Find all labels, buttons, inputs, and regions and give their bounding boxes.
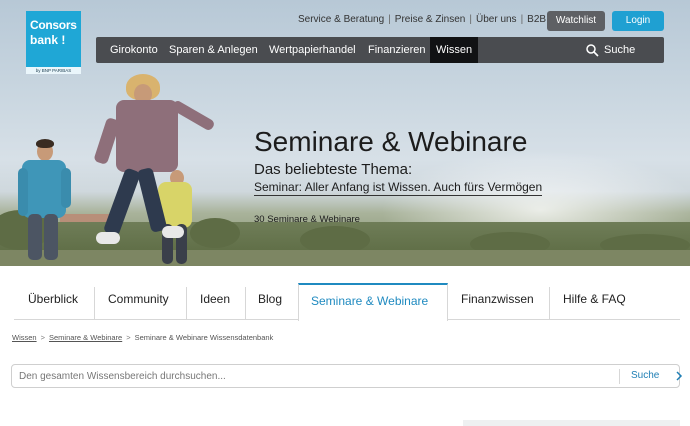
top-link-b2b[interactable]: B2B xyxy=(527,14,546,25)
nav-search[interactable]: Suche xyxy=(586,37,636,63)
section-tabs: Überblick Community Ideen Blog Seminare … xyxy=(14,283,680,321)
top-link-service[interactable]: Service & Beratung xyxy=(298,14,384,25)
nav-item-finanzieren[interactable]: Finanzieren xyxy=(368,37,425,63)
logo-tagline: by BNP PARIBAS xyxy=(26,67,81,74)
hero-tree xyxy=(190,218,240,248)
logo-text-line1: Consors xyxy=(30,18,77,32)
tab-seminare-webinare[interactable]: Seminare & Webinare xyxy=(298,283,448,321)
hero-banner: Consors bank ! by BNP PARIBAS Service & … xyxy=(0,0,690,266)
breadcrumb: Wissen > Seminare & Webinare > Seminare & We… xyxy=(12,333,274,342)
consorsbank-logo[interactable]: Consors bank ! by BNP PARIBAS xyxy=(26,11,81,74)
search-divider xyxy=(619,369,620,384)
knowledge-search-box: Suche xyxy=(11,364,683,388)
hero-count: 30 Seminare & Webinare xyxy=(254,214,360,225)
tab-ueberblick[interactable]: Überblick xyxy=(14,287,95,320)
top-link-preise[interactable]: Preise & Zinsen xyxy=(395,14,466,25)
breadcrumb-seminare[interactable]: Seminare & Webinare xyxy=(49,333,122,342)
logo-text-line2: bank ! xyxy=(30,33,66,47)
sidebar-panel xyxy=(463,420,680,426)
tab-blog[interactable]: Blog xyxy=(246,287,298,320)
nav-item-sparen-anlegen[interactable]: Sparen & Anlegen xyxy=(169,37,258,63)
search-icon xyxy=(586,44,599,57)
tab-finanzwissen[interactable]: Finanzwissen xyxy=(448,287,550,320)
nav-item-wissen[interactable]: Wissen xyxy=(430,37,479,63)
nav-item-wertpapierhandel[interactable]: Wertpapierhandel xyxy=(269,37,356,63)
tab-label: Hilfe & FAQ xyxy=(563,292,626,306)
nav-item-girokonto[interactable]: Girokonto xyxy=(110,37,158,63)
knowledge-search-input[interactable] xyxy=(19,368,617,384)
breadcrumb-current: Seminare & Webinare Wissensdatenbank xyxy=(134,333,274,342)
tab-label: Seminare & Webinare xyxy=(311,294,429,308)
tab-community[interactable]: Community xyxy=(95,287,187,320)
chevron-right-icon[interactable] xyxy=(675,370,683,382)
main-nav: Girokonto Sparen & Anlegen Wertpapierhan… xyxy=(96,37,664,63)
top-links: Service & Beratung | Preise & Zinsen | Über … xyxy=(298,14,547,25)
tab-ideen[interactable]: Ideen xyxy=(187,287,246,320)
knowledge-search-button[interactable]: Suche xyxy=(631,365,659,387)
hero-ground xyxy=(0,250,690,266)
hero-subtitle: Das beliebteste Thema: xyxy=(254,161,413,178)
hero-featured-link[interactable]: Seminar: Aller Anfang ist Wissen. Auch f… xyxy=(254,180,543,196)
tab-label: Blog xyxy=(258,292,283,306)
top-link-ueber-uns[interactable]: Über uns xyxy=(476,14,517,25)
watchlist-button[interactable]: Watchlist xyxy=(547,11,605,31)
nav-search-label: Suche xyxy=(604,44,636,56)
tab-label: Überblick xyxy=(28,292,79,306)
tab-label: Finanzwissen xyxy=(461,292,534,306)
tab-label: Ideen xyxy=(200,292,231,306)
tab-label: Community xyxy=(108,292,169,306)
login-button[interactable]: Login xyxy=(612,11,664,31)
tab-hilfe-faq[interactable]: Hilfe & FAQ xyxy=(550,287,650,320)
hero-title: Seminare & Webinare xyxy=(254,126,528,157)
breadcrumb-wissen[interactable]: Wissen xyxy=(12,333,37,342)
